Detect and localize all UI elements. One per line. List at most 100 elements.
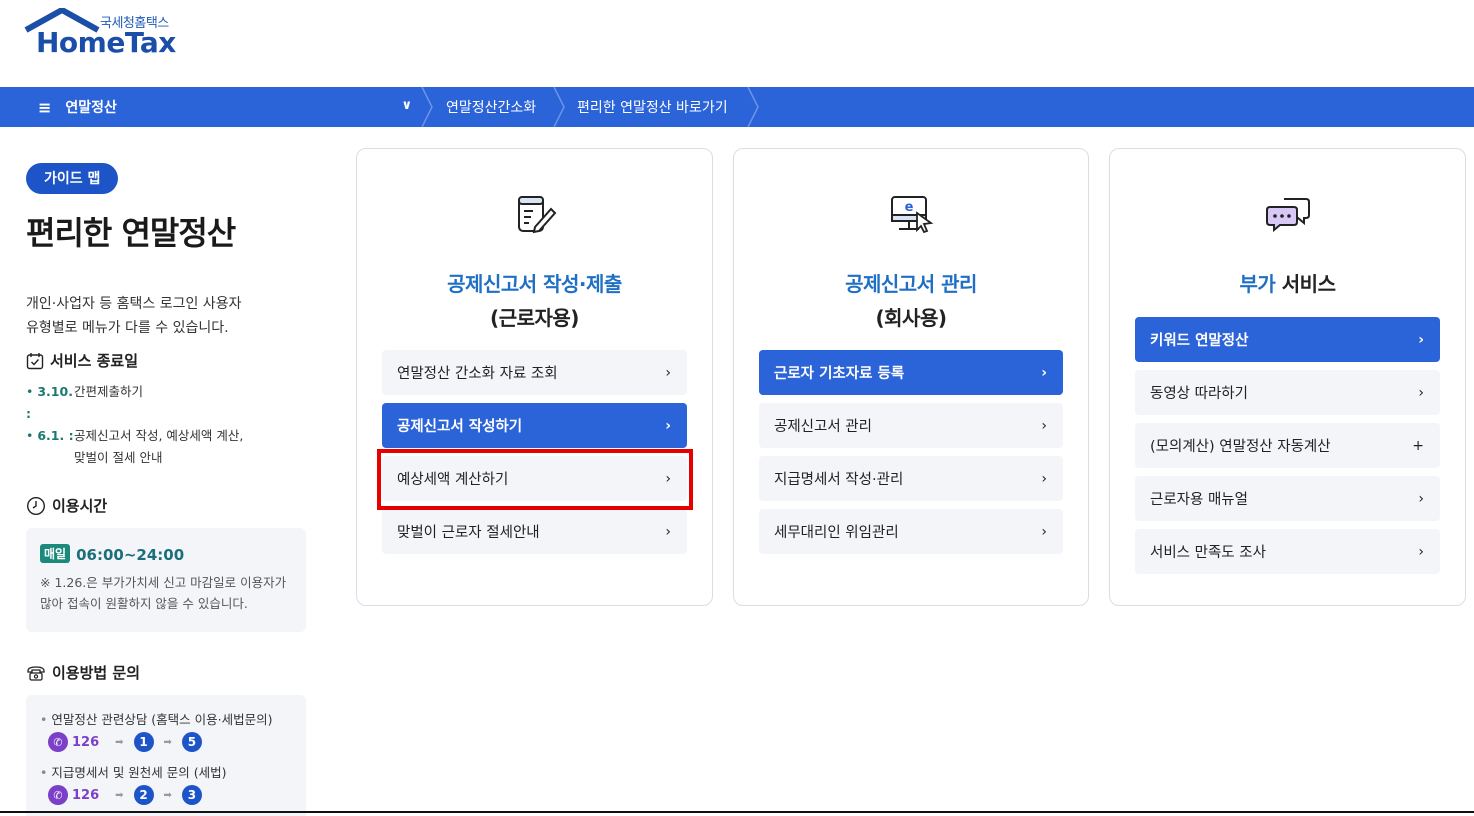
menu-item-deduction-manage[interactable]: 공제신고서 관리 ›: [759, 403, 1063, 448]
arrow-right-icon: ➡: [163, 736, 172, 748]
step-number: 3: [181, 785, 202, 805]
highlight-box: [377, 449, 693, 510]
computer-click-icon: e: [891, 196, 934, 234]
inquiry-section: 이용방법 문의 연말정산 관련상담 (홈택스 이용·세법문의) ✆ 126 ➡ …: [26, 662, 306, 816]
chevron-right-icon: ›: [1418, 384, 1424, 401]
breadcrumb-item-simplified[interactable]: 연말정산간소화: [446, 87, 536, 127]
breadcrumb-separator-icon: [747, 87, 759, 127]
menu-item-label: 키워드 연말정산: [1150, 333, 1249, 349]
phone-number: 126: [72, 734, 100, 750]
menu-item-label: 지급명세서 작성·관리: [774, 472, 904, 488]
arrow-right-icon: ➡: [163, 789, 172, 801]
svg-text:e: e: [905, 200, 914, 215]
page-title: 편리한 연말정산: [26, 214, 236, 252]
chevron-right-icon: ›: [1418, 490, 1424, 507]
phone-icon: ✆: [48, 732, 68, 752]
card-title-main: 부가: [1239, 272, 1276, 296]
breadcrumb-label: 연말정산간소화: [446, 100, 537, 116]
usage-time-box: 매일 06:00~24:00 ※ 1.26.은 부가가치세 신고 마감일로 이용자…: [26, 528, 306, 632]
usage-time-section: 이용시간 매일 06:00~24:00 ※ 1.26.은 부가가치세 신고 마감일…: [26, 495, 306, 632]
section-title-label: 이용시간: [52, 497, 108, 515]
section-title-label: 서비스 종료일: [50, 352, 139, 370]
card-menu-list: 근로자 기초자료 등록 › 공제신고서 관리 › 지급명세서 작성·관리 › 세무대리…: [759, 350, 1063, 562]
card-title: 공제신고서 작성·제출 (근로자용): [357, 267, 712, 335]
chevron-right-icon: ›: [1041, 470, 1047, 487]
schedule-date: 3.10. :: [26, 381, 74, 425]
chevron-right-icon: ›: [1041, 417, 1047, 434]
inquiry-line: 지급명세서 및 원천세 문의 (세법): [40, 762, 292, 781]
chevron-right-icon: ›: [1418, 543, 1424, 560]
card-deduction-manage: e 공제신고서 관리 (회사용) 근로자 기초자료 등록 › 공제신고서 관리 › …: [733, 148, 1089, 606]
menu-item-label: (모의계산) 연말정산 자동계산: [1150, 439, 1331, 455]
step-number: 5: [181, 732, 202, 752]
schedule-row: 6.1. : 공제신고서 작성, 예상세액 계산, 맞벌이 절세 안내: [26, 425, 306, 469]
breadcrumb-item-shortcut[interactable]: 편리한 연말정산 바로가기: [577, 87, 728, 127]
inquiry-line: 연말정산 관련상담 (홈택스 이용·세법문의): [40, 709, 292, 728]
usage-time-title: 이용시간: [26, 495, 306, 516]
schedule-text: 공제신고서 작성, 예상세액 계산,: [74, 428, 244, 443]
daily-badge: 매일: [40, 544, 71, 563]
menu-item-label: 동영상 따라하기: [1150, 386, 1248, 402]
chevron-right-icon: ›: [665, 364, 671, 381]
document-write-icon: [517, 196, 556, 234]
menu-item-label: 공제신고서 관리: [774, 419, 872, 435]
arrow-right-icon: ➡: [115, 736, 124, 748]
menu-item-label: 근로자용 매뉴얼: [1150, 492, 1248, 508]
clock-icon: [26, 496, 46, 515]
card-title-sub: (회사용): [875, 306, 947, 330]
card-menu-list: 키워드 연말정산 › 동영상 따라하기 › (모의계산) 연말정산 자동계산 + 근로…: [1135, 317, 1440, 582]
menu-item-keyword-settlement[interactable]: 키워드 연말정산 ›: [1135, 317, 1440, 362]
card-deduction-submit: 공제신고서 작성·제출 (근로자용) 연말정산 간소화 자료 조회 › 공제신고서…: [356, 148, 713, 606]
menu-item-label: 세무대리인 위임관리: [774, 525, 899, 541]
phone-number: 126: [72, 787, 100, 803]
service-end-section: 서비스 종료일 3.10. : 간편제출하기 6.1. : 공제신고서 작성, …: [26, 350, 306, 469]
guide-map-button[interactable]: 가이드 맵: [26, 163, 119, 194]
usage-hours: 06:00~24:00: [76, 546, 185, 564]
menu-item-tax-agent-delegation[interactable]: 세무대리인 위임관리 ›: [759, 509, 1063, 554]
step-number: 1: [133, 732, 154, 752]
menu-item-dual-income-guide[interactable]: 맞벌이 근로자 절세안내 ›: [382, 509, 687, 554]
service-end-title: 서비스 종료일: [26, 350, 306, 371]
menu-item-satisfaction-survey[interactable]: 서비스 만족도 조사 ›: [1135, 529, 1440, 574]
menu-item-label: 연말정산 간소화 자료 조회: [397, 366, 558, 382]
breadcrumb-separator-icon: [553, 87, 565, 127]
service-end-schedule: 3.10. : 간편제출하기 6.1. : 공제신고서 작성, 예상세액 계산,…: [26, 381, 306, 469]
section-title-label: 이용방법 문의: [52, 664, 141, 682]
phone-icon: ✆: [48, 785, 68, 805]
schedule-date: 6.1. :: [26, 425, 74, 469]
menu-item-video-tutorial[interactable]: 동영상 따라하기 ›: [1135, 370, 1440, 415]
schedule-row: 3.10. : 간편제출하기: [26, 381, 306, 425]
phone-flow: ✆ 126 ➡ 2 ➡ 3: [48, 785, 292, 805]
card-title-main-dark: 서비스: [1281, 272, 1336, 296]
menu-item-write-deduction[interactable]: 공제신고서 작성하기 ›: [382, 403, 687, 448]
breadcrumb-separator-icon: [421, 87, 433, 127]
nav-menu-label: 연말정산: [65, 100, 117, 116]
step-number: 2: [133, 785, 154, 805]
menu-item-label: 공제신고서 작성하기: [397, 419, 523, 435]
menu-item-label: 근로자 기초자료 등록: [774, 366, 905, 382]
phone-flow: ✆ 126 ➡ 1 ➡ 5: [48, 732, 292, 752]
chevron-right-icon: ›: [665, 523, 671, 540]
menu-item-worker-manual[interactable]: 근로자용 매뉴얼 ›: [1135, 476, 1440, 521]
schedule-text: 맞벌이 절세 안내: [74, 450, 163, 465]
menu-item-label: 맞벌이 근로자 절세안내: [397, 525, 540, 541]
chevron-down-icon: ∨: [401, 98, 412, 113]
inquiry-box: 연말정산 관련상담 (홈택스 이용·세법문의) ✆ 126 ➡ 1 ➡ 5 지급…: [26, 695, 306, 816]
nav-menu-dropdown[interactable]: ≡ 연말정산 ∨: [0, 87, 424, 127]
plus-icon: +: [1412, 437, 1424, 454]
bottom-divider: [0, 811, 1474, 813]
description-line: 개인·사업자 등 홈택스 로그인 사용자: [26, 296, 242, 312]
menu-item-simplified-data[interactable]: 연말정산 간소화 자료 조회 ›: [382, 350, 687, 395]
telephone-icon: [27, 665, 45, 681]
top-nav-bar: ≡ 연말정산 ∨ 연말정산간소화 편리한 연말정산 바로가기: [0, 87, 1474, 127]
chevron-right-icon: ›: [1418, 331, 1424, 348]
menu-item-auto-calculation[interactable]: (모의계산) 연말정산 자동계산 +: [1135, 423, 1440, 468]
chevron-right-icon: ›: [1041, 523, 1047, 540]
page-description: 개인·사업자 등 홈택스 로그인 사용자 유형별로 메뉴가 다를 수 있습니다.: [26, 292, 306, 340]
arrow-right-icon: ➡: [115, 789, 124, 801]
hometax-logo[interactable]: 국세청홈택스 HomeTax: [24, 8, 184, 60]
usage-note: ※ 1.26.은 부가가치세 신고 마감일로 이용자가 많아 접속이 원활하지 …: [40, 575, 287, 611]
card-title-sub: (근로자용): [490, 306, 579, 330]
menu-item-payment-statement[interactable]: 지급명세서 작성·관리 ›: [759, 456, 1063, 501]
menu-item-worker-basic-data[interactable]: 근로자 기초자료 등록 ›: [759, 350, 1063, 395]
